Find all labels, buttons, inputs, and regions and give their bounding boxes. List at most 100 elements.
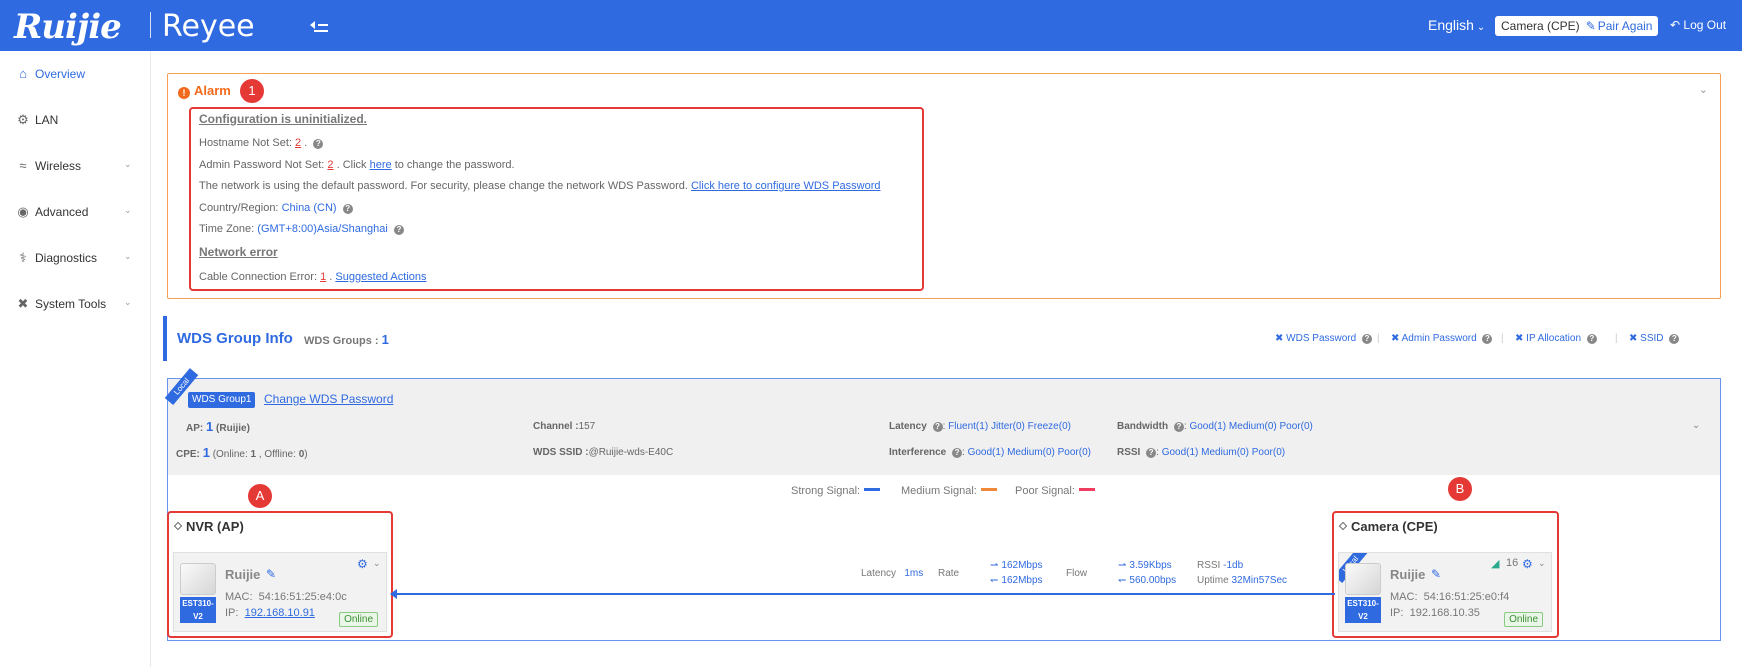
chevron-down-icon[interactable]: ⌄ <box>373 558 381 569</box>
legend-strong: Strong Signal: <box>791 485 881 497</box>
ap-summary: AP: 1 (Ruijie) <box>186 419 250 434</box>
timezone-value[interactable]: (GMT+8:00)Asia/Shanghai <box>257 223 388 235</box>
logout-button[interactable]: ↶ Log Out <box>1670 18 1726 32</box>
ap-title: NVR (AP) <box>173 519 244 534</box>
pair-again-button[interactable]: Pair Again <box>1598 19 1653 33</box>
edit-icon[interactable]: ✎ <box>1431 567 1441 581</box>
sidebar-item-diagnostics[interactable]: ⚕ Diagnostics ⌄ <box>0 245 150 273</box>
legend-swatch <box>1078 488 1095 491</box>
ssid-link[interactable]: ✖ SSID ? <box>1629 333 1680 344</box>
network-error-heading: Network error <box>199 245 278 259</box>
latency-info: Latency ?: Fluent(1) Jitter(0) Freeze(0) <box>889 421 1071 432</box>
edit-icon[interactable]: ✎ <box>266 567 276 581</box>
cpe-device-card[interactable]: Local EST310-V2 Ruijie ✎ ◢ 16 ⚙ ⌄ MAC: 5… <box>1338 552 1552 632</box>
network-icon: ⚙ <box>17 112 29 127</box>
device-ip: IP: 192.168.10.91 <box>225 607 315 619</box>
configure-wds-password-link[interactable]: Click here to configure WDS Password <box>691 180 881 192</box>
language-selector[interactable]: English ⌄ <box>1428 17 1485 33</box>
sidebar-item-wireless[interactable]: ≈ Wireless ⌄ <box>0 153 150 181</box>
wds-password-link[interactable]: ✖ WDS Password ? <box>1275 333 1372 344</box>
hostname-count[interactable]: 2 <box>295 137 301 149</box>
device-model: EST310- V2 <box>180 597 216 623</box>
logo-divider <box>150 12 151 38</box>
chevron-down-icon[interactable]: ⌄ <box>1538 558 1546 569</box>
help-icon: ? <box>1173 422 1184 432</box>
annotation-badge-1: 1 <box>240 79 264 103</box>
sidebar-item-overview[interactable]: ⌂ Overview <box>0 61 150 89</box>
sidebar-item-label: System Tools <box>35 297 107 311</box>
cable-error-count[interactable]: 1 <box>320 271 326 283</box>
wds-link-line <box>392 593 1335 595</box>
advanced-icon: ◉ <box>17 204 29 219</box>
top-bar: Ruijie Reyee English ⌄ Camera (CPE) ✎ Pair … <box>0 0 1742 51</box>
menu-collapse-icon[interactable] <box>310 17 330 33</box>
tools-icon: ✖ <box>1629 333 1638 344</box>
country-line: Country/Region: China (CN) ? <box>199 202 353 214</box>
chevron-down-icon: ⌄ <box>124 205 132 215</box>
paired-device-name: Camera (CPE) <box>1501 19 1580 33</box>
annotation-badge-a: A <box>248 484 272 508</box>
alert-icon: ! <box>178 87 190 99</box>
help-icon: ? <box>932 422 943 432</box>
sidebar-item-lan[interactable]: ⚙ LAN <box>0 107 150 135</box>
divider: | <box>1615 333 1618 344</box>
wds-groups-count: WDS Groups : 1 <box>304 332 389 347</box>
help-icon: ? <box>1482 334 1493 344</box>
device-image <box>1345 563 1381 595</box>
tools-icon: ✖ <box>1275 333 1284 344</box>
chevron-down-icon: ⌄ <box>1476 22 1486 33</box>
admin-password-link[interactable]: ✖ Admin Password ? <box>1391 333 1493 344</box>
help-icon[interactable]: ? <box>393 225 404 235</box>
interference-info: Interference ?: Good(1) Medium(0) Poor(0… <box>889 447 1091 458</box>
link-arrow-icon <box>390 589 397 599</box>
gear-icon[interactable]: ⚙ <box>1522 557 1533 571</box>
change-password-link[interactable]: here <box>370 159 392 171</box>
page-title: WDS Group Info <box>177 330 293 347</box>
group-tag: WDS Group1 <box>188 392 256 408</box>
sidebar-item-label: Wireless <box>35 159 82 173</box>
signal-icon: ◢ <box>1491 558 1500 570</box>
wifi-icon: ≈ <box>19 158 27 173</box>
sidebar-item-advanced[interactable]: ◉ Advanced ⌄ <box>0 199 150 227</box>
group-info: Local WDS Group1 Change WDS Password AP:… <box>164 367 1720 475</box>
flow-up: ⇀ 3.59Kbps <box>1118 560 1172 571</box>
ap-device-card[interactable]: EST310- V2 Ruijie ✎ ⚙ ⌄ MAC: 54:16:51:25:… <box>173 552 387 632</box>
edit-icon: ✎ <box>1585 19 1596 33</box>
bandwidth-info: Bandwidth ?: Good(1) Medium(0) Poor(0) <box>1117 421 1313 432</box>
chevron-down-icon[interactable]: ⌄ <box>1692 420 1700 431</box>
sidebar-item-label: Overview <box>35 67 86 81</box>
status-badge: Online <box>339 612 378 627</box>
legend-poor: Poor Signal: <box>1015 485 1095 497</box>
help-icon[interactable]: ? <box>313 139 324 149</box>
chevron-down-icon: ⌄ <box>124 297 132 307</box>
arrow-left-icon: ↽ <box>1118 575 1127 586</box>
logout-label: Log Out <box>1683 18 1727 32</box>
device-ip: IP: 192.168.10.35 <box>1390 607 1480 619</box>
help-icon: ? <box>1361 334 1372 344</box>
device-mac: MAC: 54:16:51:25:e4:0c <box>225 591 347 603</box>
change-wds-password-link[interactable]: Change WDS Password <box>264 392 393 406</box>
admin-count[interactable]: 2 <box>327 159 333 171</box>
device-name: Ruijie <box>1390 567 1426 582</box>
rssi-info: RSSI ?: Good(1) Medium(0) Poor(0) <box>1117 447 1286 458</box>
device-ip-link[interactable]: 192.168.10.91 <box>245 607 315 619</box>
reyee-logo: Reyee <box>162 9 255 44</box>
logout-icon: ↶ <box>1670 18 1681 32</box>
channel-info: Channel :157 <box>533 421 596 432</box>
link-uptime: Uptime 32Min57Sec <box>1197 575 1288 586</box>
wds-ssid-info: WDS SSID :@Ruijie-wds-E40C <box>533 447 674 458</box>
ip-allocation-link[interactable]: ✖ IP Allocation ? <box>1515 333 1597 344</box>
cable-error-line: Cable Connection Error: 1 . Suggested Ac… <box>199 271 427 283</box>
help-icon: ? <box>952 448 963 458</box>
help-icon[interactable]: ? <box>342 204 353 214</box>
signal-value: 16 <box>1506 557 1519 569</box>
wds-password-line: The network is using the default passwor… <box>199 180 881 192</box>
suggested-actions-link[interactable]: Suggested Actions <box>335 271 426 283</box>
chevron-down-icon: ⌄ <box>124 251 132 261</box>
collapse-icon[interactable]: ⌄ <box>1699 83 1708 96</box>
sidebar-item-label: Advanced <box>35 205 89 219</box>
chevron-down-icon: ⌄ <box>124 159 132 169</box>
sidebar-item-system-tools[interactable]: ✖ System Tools ⌄ <box>0 291 150 319</box>
gear-icon[interactable]: ⚙ <box>357 557 368 571</box>
country-value[interactable]: China (CN) <box>282 202 337 214</box>
